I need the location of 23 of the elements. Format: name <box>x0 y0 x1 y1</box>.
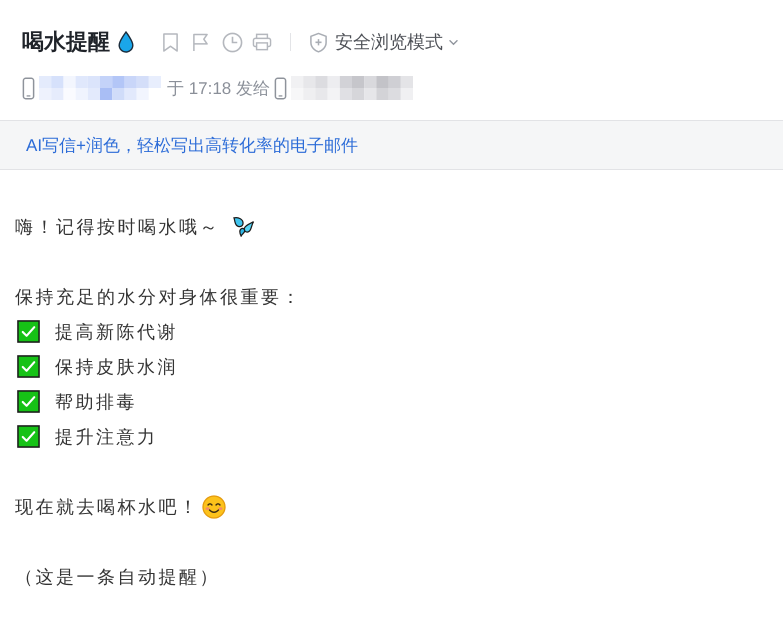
bookmark-icon[interactable] <box>162 32 179 52</box>
water-drop-icon <box>118 31 134 53</box>
closing-note-text: （这是一条自动提醒） <box>15 566 220 588</box>
flag-icon[interactable] <box>192 32 209 52</box>
intro-text: 保持充足的水分对身体很重要： <box>15 286 302 308</box>
shield-icon <box>309 32 328 52</box>
phone-icon <box>274 76 287 100</box>
checklist-item-text: 保持皮肤水润 <box>55 356 178 378</box>
call-to-action-text: 现在就去喝杯水吧！ <box>15 496 200 518</box>
checklist-item-text: 帮助排毒 <box>55 390 137 414</box>
print-icon[interactable] <box>252 33 272 51</box>
greeting-text: 嗨！记得按时喝水哦～ <box>15 216 220 238</box>
safe-browsing-dropdown[interactable]: 安全浏览模式 <box>309 30 459 54</box>
sent-time-text: 于 17:18 发给 <box>167 78 270 100</box>
chevron-down-icon <box>448 38 459 46</box>
water-droplets-icon <box>232 216 255 237</box>
clock-icon[interactable] <box>222 32 243 52</box>
phone-icon <box>22 76 35 100</box>
email-subject: 喝水提醒 <box>22 28 110 56</box>
promo-link[interactable]: AI写信+润色，轻松写出高转化率的电子邮件 <box>26 134 358 156</box>
checklist-item-text: 提升注意力 <box>55 426 158 448</box>
smiley-face-icon <box>202 494 226 518</box>
checklist-item-text: 提高新陈代谢 <box>55 320 178 344</box>
